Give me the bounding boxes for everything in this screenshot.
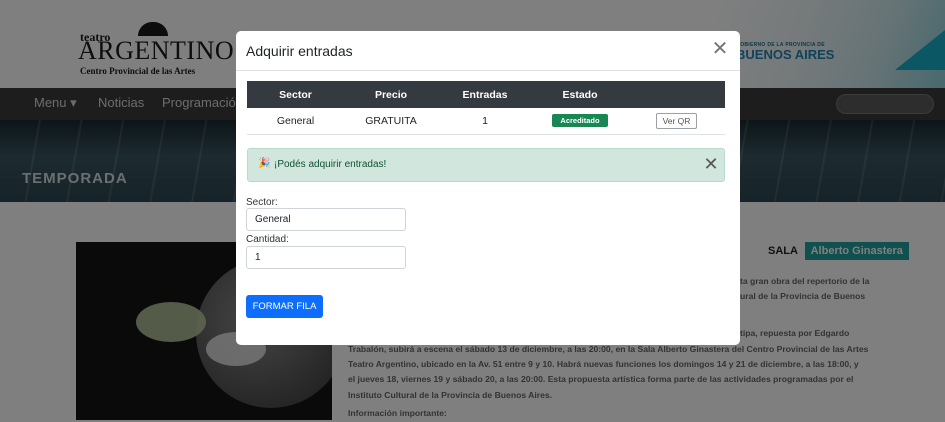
formar-fila-button[interactable]: FORMAR FILA <box>246 295 323 318</box>
cell-sector: General <box>247 108 344 135</box>
col-sector: Sector <box>247 81 344 108</box>
alert-close-icon[interactable]: ✕ <box>702 154 720 174</box>
status-badge: Acreditado <box>552 114 608 128</box>
cantidad-label: Cantidad: <box>246 234 289 245</box>
party-popper-icon: 🎉 <box>258 158 271 169</box>
col-precio: Precio <box>344 81 438 108</box>
table-header-row: Sector Precio Entradas Estado <box>247 81 725 108</box>
success-alert: 🎉 ¡Podés adquirir entradas! ✕ <box>247 148 725 182</box>
modal-title: Adquirir entradas <box>246 43 353 59</box>
cantidad-field[interactable]: 1 <box>246 246 406 269</box>
view-qr-button[interactable]: Ver QR <box>655 112 698 129</box>
cell-estado: Acreditado <box>532 108 628 135</box>
cell-entradas: 1 <box>438 108 532 135</box>
alert-text: ¡Podés adquirir entradas! <box>274 159 387 170</box>
cell-precio: GRATUITA <box>344 108 438 135</box>
cell-actions: Ver QR <box>628 108 725 135</box>
table-row: General GRATUITA 1 Acreditado Ver QR <box>247 108 725 135</box>
purchase-modal: Adquirir entradas ✕ Sector Precio Entrad… <box>236 31 740 345</box>
sector-field[interactable]: General <box>246 208 406 231</box>
col-estado: Estado <box>532 81 628 108</box>
close-icon[interactable]: ✕ <box>710 39 730 59</box>
tickets-table: Sector Precio Entradas Estado General GR… <box>247 81 725 135</box>
sector-label: Sector: <box>246 197 278 208</box>
col-entradas: Entradas <box>438 81 532 108</box>
col-actions <box>628 81 725 108</box>
modal-header: Adquirir entradas ✕ <box>236 31 740 71</box>
